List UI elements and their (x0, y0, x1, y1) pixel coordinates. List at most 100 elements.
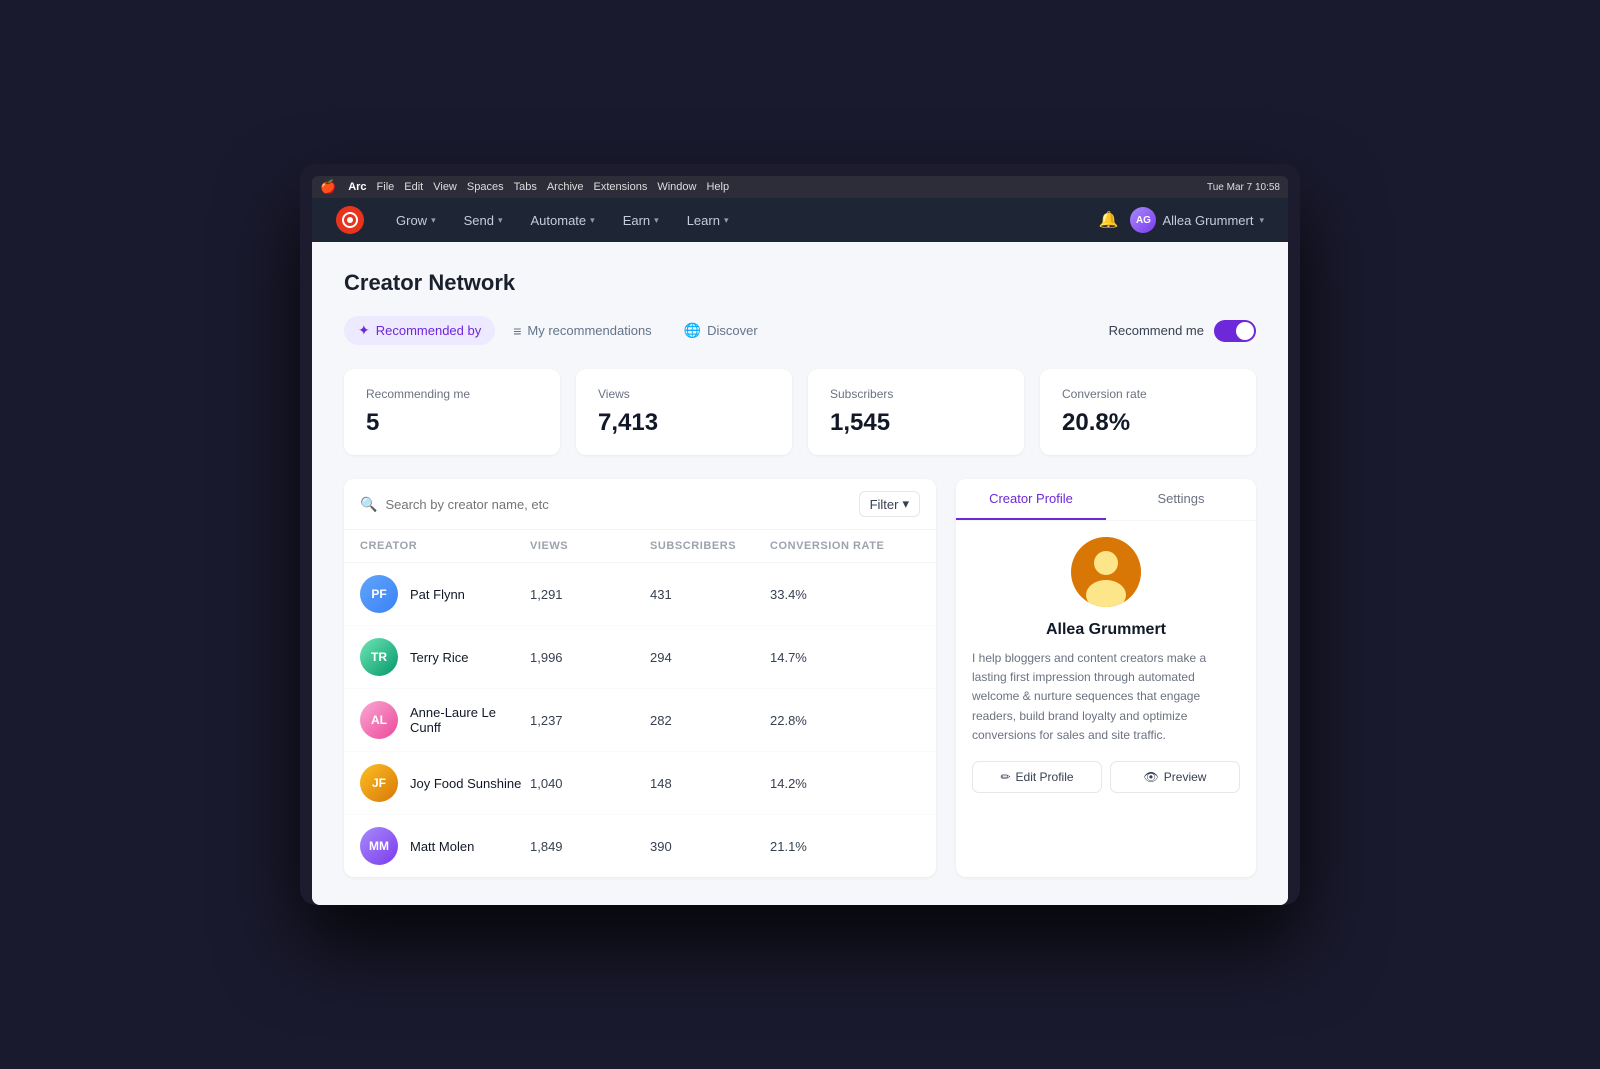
mac-menu-help[interactable]: Help (706, 181, 729, 193)
table-row[interactable]: AL Anne-Laure Le Cunff 1,237 282 22.8% (344, 689, 936, 752)
col-views: VIEWS (530, 540, 650, 552)
page-title: Creator Network (344, 270, 1256, 296)
mac-menu-spaces[interactable]: Spaces (467, 181, 504, 193)
recommend-me-label: Recommend me (1109, 323, 1204, 338)
stat-views-value: 7,413 (598, 409, 770, 437)
page-content: Creator Network ✦ Recommended by ≡ My re… (312, 242, 1288, 905)
recommend-me-switch[interactable] (1214, 320, 1256, 342)
discover-icon: 🌐 (684, 322, 701, 339)
cell-conversion: 33.4% (770, 587, 920, 602)
edit-icon: ✏ (1000, 770, 1010, 784)
cell-subscribers: 390 (650, 839, 770, 854)
creator-name: Pat Flynn (410, 587, 465, 602)
table-row[interactable]: PF Pat Flynn 1,291 431 33.4% (344, 563, 936, 626)
col-conversion: CONVERSION RATE (770, 540, 920, 552)
profile-avatar-section (972, 537, 1240, 607)
creator-name: Terry Rice (410, 650, 469, 665)
cell-conversion: 14.7% (770, 650, 920, 665)
mac-menu-arc[interactable]: Arc (348, 181, 366, 193)
creator-cell: JF Joy Food Sunshine (360, 764, 530, 802)
mac-time: Tue Mar 7 10:58 (1207, 182, 1280, 193)
app-logo (336, 206, 364, 234)
filter-button[interactable]: Filter ▾ (859, 491, 920, 517)
my-recommendations-icon: ≡ (513, 323, 521, 339)
mac-menu-archive[interactable]: Archive (547, 181, 584, 193)
mac-menu-view[interactable]: View (433, 181, 457, 193)
creator-panel: 🔍 Filter ▾ CREATOR VIEWS SUBSCRIBERS CON… (344, 479, 936, 877)
table-row[interactable]: JF Joy Food Sunshine 1,040 148 14.2% (344, 752, 936, 815)
cell-subscribers: 431 (650, 587, 770, 602)
col-subscribers: SUBSCRIBERS (650, 540, 770, 552)
cell-conversion: 21.1% (770, 839, 920, 854)
col-creator: CREATOR (360, 540, 530, 552)
mac-menu-tabs[interactable]: Tabs (514, 181, 537, 193)
cell-views: 1,237 (530, 713, 650, 728)
cell-views: 1,849 (530, 839, 650, 854)
main-area: 🔍 Filter ▾ CREATOR VIEWS SUBSCRIBERS CON… (344, 479, 1256, 877)
sub-nav-recommended-by[interactable]: ✦ Recommended by (344, 316, 495, 345)
apple-icon: 🍎 (320, 179, 336, 195)
nav-item-earn[interactable]: Earn ▾ (611, 207, 671, 234)
user-chevron-icon: ▾ (1259, 215, 1264, 226)
table-header: CREATOR VIEWS SUBSCRIBERS CONVERSION RAT… (344, 530, 936, 563)
sub-nav-my-recommendations[interactable]: ≡ My recommendations (499, 317, 665, 345)
profile-actions: ✏ Edit Profile 👁 Preview (972, 761, 1240, 793)
learn-chevron-icon: ▾ (724, 215, 729, 226)
creator-avatar: JF (360, 764, 398, 802)
profile-tabs: Creator Profile Settings (956, 479, 1256, 521)
recommended-by-icon: ✦ (358, 322, 370, 339)
creator-avatar: TR (360, 638, 398, 676)
mac-menu-file[interactable]: File (377, 181, 395, 193)
nav-item-learn[interactable]: Learn ▾ (675, 207, 741, 234)
mac-menu-edit[interactable]: Edit (404, 181, 423, 193)
creator-cell: TR Terry Rice (360, 638, 530, 676)
app-nav: Grow ▾ Send ▾ Automate ▾ Earn ▾ Learn ▾ … (312, 198, 1288, 242)
table-row[interactable]: MM Matt Molen 1,849 390 21.1% (344, 815, 936, 877)
send-chevron-icon: ▾ (498, 215, 503, 226)
nav-item-grow[interactable]: Grow ▾ (384, 207, 448, 234)
creator-avatar: MM (360, 827, 398, 865)
stat-views: Views 7,413 (576, 369, 792, 455)
cell-views: 1,996 (530, 650, 650, 665)
mac-menu-items: Arc File Edit View Spaces Tabs Archive E… (348, 181, 729, 193)
mac-menu-window[interactable]: Window (657, 181, 696, 193)
creator-cell: MM Matt Molen (360, 827, 530, 865)
cell-views: 1,040 (530, 776, 650, 791)
stat-conversion-rate-label: Conversion rate (1062, 387, 1234, 401)
profile-avatar (1071, 537, 1141, 607)
stat-subscribers: Subscribers 1,545 (808, 369, 1024, 455)
nav-item-automate[interactable]: Automate ▾ (519, 207, 607, 234)
edit-profile-button[interactable]: ✏ Edit Profile (972, 761, 1102, 793)
automate-chevron-icon: ▾ (590, 215, 595, 226)
creator-name: Matt Molen (410, 839, 474, 854)
cell-subscribers: 148 (650, 776, 770, 791)
profile-panel: Creator Profile Settings (956, 479, 1256, 877)
preview-button[interactable]: 👁 Preview (1110, 761, 1240, 793)
nav-user-avatar: AG (1130, 207, 1156, 233)
search-icon: 🔍 (360, 496, 377, 513)
creator-avatar: PF (360, 575, 398, 613)
search-input[interactable] (385, 497, 850, 512)
sub-nav: ✦ Recommended by ≡ My recommendations 🌐 … (344, 316, 1256, 345)
tab-creator-profile[interactable]: Creator Profile (956, 479, 1106, 520)
cell-views: 1,291 (530, 587, 650, 602)
mac-menu-extensions[interactable]: Extensions (594, 181, 648, 193)
sub-nav-discover[interactable]: 🌐 Discover (670, 316, 772, 345)
nav-user-name: Allea Grummert (1162, 213, 1253, 228)
creator-avatar: AL (360, 701, 398, 739)
stat-views-label: Views (598, 387, 770, 401)
stat-conversion-rate: Conversion rate 20.8% (1040, 369, 1256, 455)
laptop-wrapper: 🍎 Arc File Edit View Spaces Tabs Archive… (300, 164, 1300, 905)
stats-row: Recommending me 5 Views 7,413 Subscriber… (344, 369, 1256, 455)
nav-item-send[interactable]: Send ▾ (452, 207, 515, 234)
grow-chevron-icon: ▾ (431, 215, 436, 226)
notification-bell-icon[interactable]: 🔔 (1099, 210, 1119, 230)
tab-settings[interactable]: Settings (1106, 479, 1256, 520)
mac-right-icons: Tue Mar 7 10:58 (1207, 182, 1280, 193)
stat-recommending-me: Recommending me 5 (344, 369, 560, 455)
preview-icon: 👁 (1144, 770, 1159, 784)
search-bar: 🔍 Filter ▾ (344, 479, 936, 530)
mac-menubar: 🍎 Arc File Edit View Spaces Tabs Archive… (312, 176, 1288, 198)
nav-user[interactable]: AG Allea Grummert ▾ (1130, 207, 1264, 233)
table-row[interactable]: TR Terry Rice 1,996 294 14.7% (344, 626, 936, 689)
